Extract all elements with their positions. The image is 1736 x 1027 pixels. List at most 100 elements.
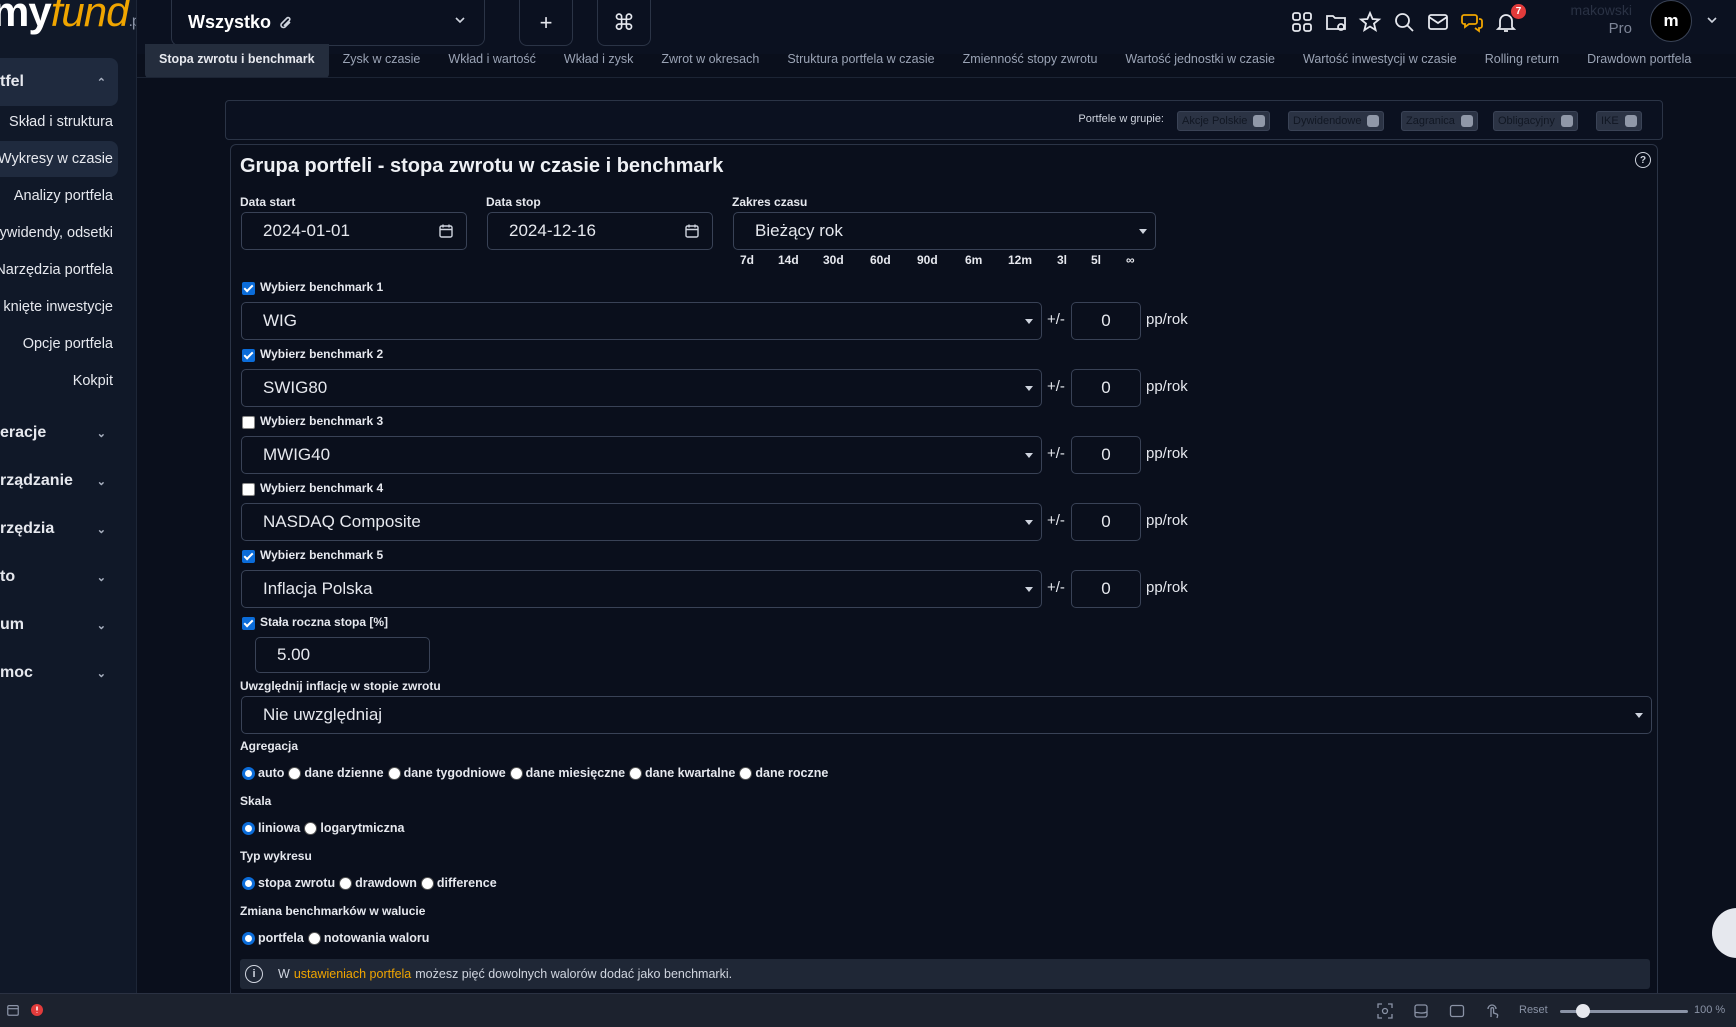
tab-stopa-zwrotu[interactable]: Stopa zwrotu i benchmark — [145, 44, 329, 77]
touch-icon[interactable] — [1485, 1003, 1501, 1019]
benchmark-3-offset-input[interactable]: 0 — [1071, 436, 1141, 474]
portfolio-select[interactable]: Wszystko — [171, 0, 485, 46]
quick-range-7d[interactable]: 7d — [740, 253, 754, 267]
quick-range-90d[interactable]: 90d — [917, 253, 938, 267]
benchmark-2-checkbox[interactable] — [242, 349, 255, 362]
group-chip[interactable]: Dywidendowe — [1288, 111, 1385, 131]
sidebar-item-zamkniete[interactable]: knięte inwestycje — [0, 289, 118, 325]
avatar[interactable]: m — [1650, 0, 1692, 42]
sidebar-section-narzedzia[interactable]: rzędzia ⌄ — [0, 505, 118, 553]
benchmark-1-select[interactable]: WIG — [241, 302, 1042, 340]
tab-wartosc-jednostki[interactable]: Wartość jednostki w czasie — [1111, 44, 1289, 77]
fixed-rate-checkbox[interactable] — [242, 617, 255, 630]
quick-range-12m[interactable]: 12m — [1008, 253, 1032, 267]
sidebar-item-opcje[interactable]: Opcje portfela — [0, 326, 118, 362]
chart-type-option[interactable]: drawdown — [339, 876, 417, 890]
help-icon[interactable]: ? — [1635, 152, 1651, 168]
benchmark-1-checkbox[interactable] — [242, 282, 255, 295]
tab-rolling-return[interactable]: Rolling return — [1471, 44, 1573, 77]
group-chip[interactable]: IKE — [1596, 111, 1642, 131]
search-icon[interactable] — [1392, 10, 1418, 36]
zoom-slider-handle[interactable] — [1576, 1004, 1591, 1018]
scale-option[interactable]: liniowa — [242, 821, 300, 835]
quick-range-60d[interactable]: 60d — [870, 253, 891, 267]
quick-range-all[interactable]: ∞ — [1126, 253, 1135, 267]
aggregation-option[interactable]: auto — [242, 766, 284, 780]
group-chip[interactable]: Obligacyjny — [1493, 111, 1578, 131]
zoom-slider[interactable] — [1560, 1004, 1688, 1018]
sidebar-section-forum[interactable]: um ⌄ — [0, 601, 118, 649]
tab-wartosc-inwestycji[interactable]: Wartość inwestycji w czasie — [1289, 44, 1471, 77]
sidebar-item-sklad[interactable]: Skład i struktura — [0, 104, 118, 140]
bell-icon[interactable]: 7 — [1494, 4, 1526, 36]
date-start-field[interactable]: 2024-01-01 — [241, 212, 467, 250]
quick-range-14d[interactable]: 14d — [778, 253, 799, 267]
alert-icon[interactable] — [30, 1003, 46, 1019]
benchmark-2-offset-input[interactable]: 0 — [1071, 369, 1141, 407]
quick-range-5l[interactable]: 5l — [1091, 253, 1101, 267]
benchmark-2-select[interactable]: SWIG80 — [241, 369, 1042, 407]
benchmark-5-checkbox[interactable] — [242, 550, 255, 563]
sidebar-item-kokpit[interactable]: Kokpit — [0, 363, 118, 399]
fixed-rate-input[interactable]: 5.00 — [255, 637, 430, 673]
inflation-select[interactable]: Nie uwzględniaj — [241, 696, 1652, 734]
sidebar-item-analizy[interactable]: Analizy portfela — [0, 178, 118, 214]
sidebar-section-pomoc[interactable]: moc ⌄ — [0, 649, 118, 697]
add-button[interactable]: + — [519, 0, 573, 46]
aggregation-option[interactable]: dane roczne — [739, 766, 828, 780]
benchmark-1-offset-input[interactable]: 0 — [1071, 302, 1141, 340]
sidebar-section-portfolio[interactable]: tfel ⌃ — [0, 58, 118, 106]
benchmark-5-select[interactable]: Inflacja Polska — [241, 570, 1042, 608]
aggregation-option[interactable]: dane miesięczne — [509, 766, 625, 780]
quick-range-30d[interactable]: 30d — [823, 253, 844, 267]
quick-range-3l[interactable]: 3l — [1057, 253, 1067, 267]
scale-option[interactable]: logarytmiczna — [304, 821, 404, 835]
folder-icon[interactable] — [1324, 10, 1350, 36]
tab-wklad-zysk[interactable]: Wkład i zysk — [550, 44, 647, 77]
quick-range-6m[interactable]: 6m — [965, 253, 982, 267]
tab-zmiennosc[interactable]: Zmienność stopy zwrotu — [949, 44, 1112, 77]
chart-type-option[interactable]: stopa zwrotu — [242, 876, 335, 890]
benchmark-3-checkbox[interactable] — [242, 416, 255, 429]
benchmark-4-checkbox[interactable] — [242, 483, 255, 496]
tab-zwrot-okresy[interactable]: Zwrot w okresach — [647, 44, 773, 77]
star-icon[interactable] — [1358, 10, 1384, 36]
sidebar-section-konto[interactable]: to ⌄ — [0, 553, 118, 601]
tab-drawdown[interactable]: Drawdown portfela — [1573, 44, 1705, 77]
chart-type-option[interactable]: difference — [420, 876, 497, 890]
benchmark-4-offset-input[interactable]: 0 — [1071, 503, 1141, 541]
brand-logo[interactable]: myfund.pl — [0, 0, 136, 36]
sidebar-item-wykresy[interactable]: Wykresy w czasie — [0, 141, 118, 177]
aggregation-option[interactable]: dane dzienne — [288, 766, 384, 780]
command-button[interactable]: ⌘ — [597, 0, 651, 46]
mail-icon[interactable] — [1426, 10, 1452, 36]
sidebar-section-operacje[interactable]: eracje ⌄ — [0, 409, 118, 457]
layers-icon[interactable] — [1413, 1003, 1429, 1019]
sidebar-item-dywidendy[interactable]: ywidendy, odsetki — [0, 215, 118, 251]
chevron-down-icon[interactable] — [1706, 14, 1718, 26]
benchmark-5-offset-input[interactable]: 0 — [1071, 570, 1141, 608]
benchmark-3-select[interactable]: MWIG40 — [241, 436, 1042, 474]
calendar-icon[interactable] — [6, 1003, 22, 1019]
range-select[interactable]: Bieżący rok — [733, 212, 1156, 250]
group-chip[interactable]: Zagranica — [1401, 111, 1478, 131]
benchmark-4-select[interactable]: NASDAQ Composite — [241, 503, 1042, 541]
zoom-reset-button[interactable]: Reset — [1519, 1004, 1548, 1016]
chat-icon[interactable] — [1460, 10, 1486, 36]
tab-struktura[interactable]: Struktura portfela w czasie — [773, 44, 948, 77]
aggregation-option[interactable]: dane kwartalne — [629, 766, 735, 780]
screenshot-icon[interactable] — [1377, 1003, 1393, 1019]
fullscreen-icon[interactable] — [1449, 1003, 1465, 1019]
tab-zysk[interactable]: Zysk w czasie — [329, 44, 435, 77]
aggregation-option[interactable]: dane tygodniowe — [387, 766, 506, 780]
group-chip[interactable]: Akcje Polskie — [1177, 111, 1271, 131]
tab-wklad-wartosc[interactable]: Wkład i wartość — [434, 44, 550, 77]
currency-option[interactable]: portfela — [242, 931, 304, 945]
portfolio-settings-link[interactable]: ustawieniach portfela — [294, 967, 411, 981]
sidebar-item-narzedzia[interactable]: Narzędzia portfela — [0, 252, 118, 288]
chat-widget-button[interactable] — [1712, 908, 1736, 958]
sidebar-section-zarzadzanie[interactable]: rządzanie ⌄ — [0, 457, 118, 505]
currency-option[interactable]: notowania waloru — [307, 931, 429, 945]
apps-grid-icon[interactable] — [1290, 10, 1316, 36]
date-stop-field[interactable]: 2024-12-16 — [487, 212, 713, 250]
